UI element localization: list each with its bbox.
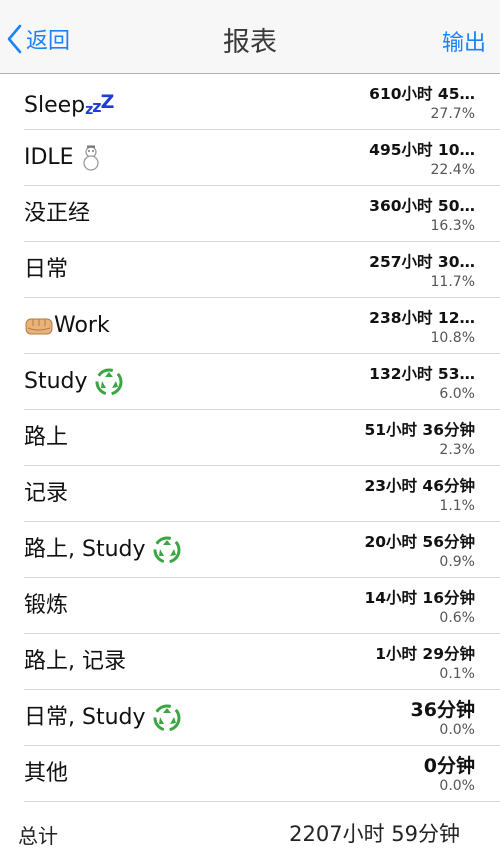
item-label: Study xyxy=(24,354,123,410)
item-duration: 610小时 45… xyxy=(369,85,475,103)
list-item[interactable]: Work 238小时 12… 10.8% xyxy=(24,298,500,354)
item-label: 日常, Study xyxy=(24,690,181,746)
recycle-icon xyxy=(153,704,181,732)
item-label: SleepzzZ xyxy=(24,91,114,118)
item-duration: 20小时 56分钟 xyxy=(364,533,475,551)
item-duration: 238小时 12… xyxy=(369,309,475,327)
item-percent: 22.4% xyxy=(430,162,475,178)
export-button[interactable]: 输出 xyxy=(442,25,486,57)
list-item[interactable]: SleepzzZ 610小时 45… 27.7% xyxy=(24,74,500,130)
item-label: 路上, 记录 xyxy=(24,649,126,674)
item-duration: 132小时 53… xyxy=(369,365,475,383)
item-percent: 0.9% xyxy=(439,554,475,570)
list-item[interactable]: 路上, 记录 1小时 29分钟 0.1% xyxy=(24,634,500,690)
item-duration: 257小时 30… xyxy=(369,253,475,271)
item-label: 路上 xyxy=(24,425,69,450)
item-percent: 27.7% xyxy=(430,106,475,122)
recycle-icon xyxy=(95,368,123,396)
item-duration: 495小时 10… xyxy=(369,141,475,159)
item-duration: 360小时 50… xyxy=(369,197,475,215)
total-row: 总计 2207小时 59分钟 xyxy=(18,802,500,860)
total-value: 2207小时 59分钟 xyxy=(289,822,460,846)
item-label: Work xyxy=(24,298,110,354)
item-percent: 6.0% xyxy=(439,386,475,402)
item-label: 锻炼 xyxy=(24,593,69,618)
item-duration: 23小时 46分钟 xyxy=(364,477,475,495)
list-item[interactable]: 记录 23小时 46分钟 1.1% xyxy=(24,466,500,522)
list-item[interactable]: 日常, Study 36分钟 0.0% xyxy=(24,690,500,746)
item-label: 其他 xyxy=(24,761,69,786)
navigation-bar: 返回 报表 输出 xyxy=(0,0,500,74)
item-duration: 51小时 36分钟 xyxy=(364,421,475,439)
report-list: SleepzzZ 610小时 45… 27.7% IDLE 495小时 10… … xyxy=(0,74,500,802)
zzz-icon: zzZ xyxy=(85,91,114,118)
recycle-icon xyxy=(153,536,181,564)
item-percent: 1.1% xyxy=(439,498,475,514)
item-duration: 36分钟 xyxy=(410,699,475,721)
page-title: 报表 xyxy=(223,27,277,58)
item-percent: 11.7% xyxy=(430,274,475,290)
list-item[interactable]: 其他 0分钟 0.0% xyxy=(24,746,500,802)
snowman-icon xyxy=(82,145,99,171)
total-label: 总计 xyxy=(18,824,58,848)
list-item[interactable]: 锻炼 14小时 16分钟 0.6% xyxy=(24,578,500,634)
item-label: 记录 xyxy=(24,481,69,506)
item-percent: 2.3% xyxy=(439,442,475,458)
item-label: 没正经 xyxy=(24,201,91,226)
item-percent: 0.6% xyxy=(439,610,475,626)
item-duration: 14小时 16分钟 xyxy=(364,589,475,607)
item-label: 日常 xyxy=(24,257,69,282)
fist-icon xyxy=(25,318,53,335)
item-percent: 10.8% xyxy=(430,330,475,346)
list-item[interactable]: 日常 257小时 30… 11.7% xyxy=(24,242,500,298)
item-percent: 0.0% xyxy=(439,722,475,738)
list-item[interactable]: 路上, Study 20小时 56分钟 0.9% xyxy=(24,522,500,578)
item-label: IDLE xyxy=(24,130,101,186)
list-item[interactable]: 路上 51小时 36分钟 2.3% xyxy=(24,410,500,466)
item-percent: 0.1% xyxy=(439,666,475,682)
item-percent: 0.0% xyxy=(439,778,475,794)
item-label: 路上, Study xyxy=(24,522,181,578)
list-item[interactable]: Study 132小时 53… 6.0% xyxy=(24,354,500,410)
list-item[interactable]: IDLE 495小时 10… 22.4% xyxy=(24,130,500,186)
item-duration: 0分钟 xyxy=(423,755,475,777)
item-duration: 1小时 29分钟 xyxy=(375,645,475,663)
item-percent: 16.3% xyxy=(430,218,475,234)
list-item[interactable]: 没正经 360小时 50… 16.3% xyxy=(24,186,500,242)
